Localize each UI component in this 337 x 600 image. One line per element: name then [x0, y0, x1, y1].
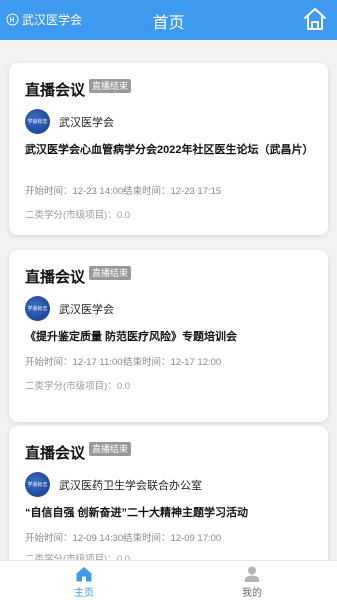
organizer-name: 武汉医学会: [59, 116, 114, 129]
tab-mine-label: 我的: [242, 588, 262, 599]
status-badge: 直播结束: [89, 265, 132, 280]
meeting-times: 开始时间：12-17 11:00 结束时间：12-17 12:00: [25, 354, 221, 368]
org-logo: 学会标志: [25, 109, 50, 134]
start-time: 开始时间：12-23 14:00: [25, 186, 124, 197]
meeting-card[interactable]: 直播会议 直播结束 学会标志 武汉医学会 武汉医学会心血管病学分会2022年社区…: [9, 63, 328, 235]
tab-home[interactable]: 主页: [54, 565, 114, 599]
meeting-topic: “自信自强 创新奋进”二十大精神主题学习活动: [25, 507, 249, 519]
card-title-row: 直播会议 直播结束: [25, 78, 132, 100]
card-title-row: 直播会议 直播结束: [25, 265, 132, 287]
organizer: 学会标志 武汉医学会: [25, 109, 114, 134]
meeting-topic: 武汉医学会心血管病学分会2022年社区医生论坛（武昌片）: [25, 144, 314, 156]
tab-mine[interactable]: 我的: [222, 565, 282, 599]
meeting-times: 开始时间：12-23 14:00 结束时间：12-23 17:15: [25, 183, 221, 197]
card-title-row: 直播会议 直播结束: [25, 441, 132, 463]
credit-info: 二类学分(市级项目)：0.0: [25, 210, 131, 221]
credit-info: 二类学分(市级项目)：0.0: [25, 554, 131, 560]
bottom-tabbar: 主页 我的: [0, 560, 337, 600]
organizer: 学会标志 武汉医学会: [25, 296, 114, 321]
status-badge: 直播结束: [89, 78, 132, 93]
meeting-topic: 《提升鉴定质量 防范医疗风险》专题培训会: [25, 331, 238, 343]
organizer-name: 武汉医药卫生学会联合办公室: [59, 479, 202, 492]
status-badge: 直播结束: [89, 441, 132, 456]
meeting-card[interactable]: 直播会议 直播结束 学会标志 武汉医学会 《提升鉴定质量 防范医疗风险》专题培训…: [9, 250, 328, 422]
tab-home-label: 主页: [74, 588, 94, 599]
user-icon: [244, 566, 260, 582]
meeting-times: 开始时间：12-09 14:30 结束时间：12-09 17:00: [25, 530, 221, 544]
page-title: 首页: [152, 15, 185, 32]
meeting-type: 直播会议: [25, 269, 86, 286]
meeting-type: 直播会议: [25, 445, 86, 462]
organizer-name: 武汉医学会: [59, 303, 114, 316]
end-time: 结束时间：12-23 17:15: [123, 186, 222, 197]
org-logo: 学会标志: [25, 296, 50, 321]
end-time: 结束时间：12-09 17:00: [123, 533, 222, 544]
meeting-type: 直播会议: [25, 82, 86, 99]
credit-info: 二类学分(市级项目)：0.0: [25, 381, 131, 392]
home-icon[interactable]: [302, 6, 328, 32]
meeting-card[interactable]: 直播会议 直播结束 学会标志 武汉医药卫生学会联合办公室 “自信自强 创新奋进”…: [9, 426, 328, 560]
start-time: 开始时间：12-09 14:30: [25, 533, 124, 544]
start-time: 开始时间：12-17 11:00: [25, 357, 123, 368]
end-time: 结束时间：12-17 12:00: [123, 357, 222, 368]
home-icon: [76, 567, 92, 582]
org-logo: 学会标志: [25, 472, 50, 497]
meeting-list[interactable]: 直播会议 直播结束 学会标志 武汉医学会 武汉医学会心血管病学分会2022年社区…: [0, 40, 337, 560]
organizer: 学会标志 武汉医药卫生学会联合办公室: [25, 472, 202, 497]
app-header: 武汉医学会 首页: [0, 0, 337, 40]
